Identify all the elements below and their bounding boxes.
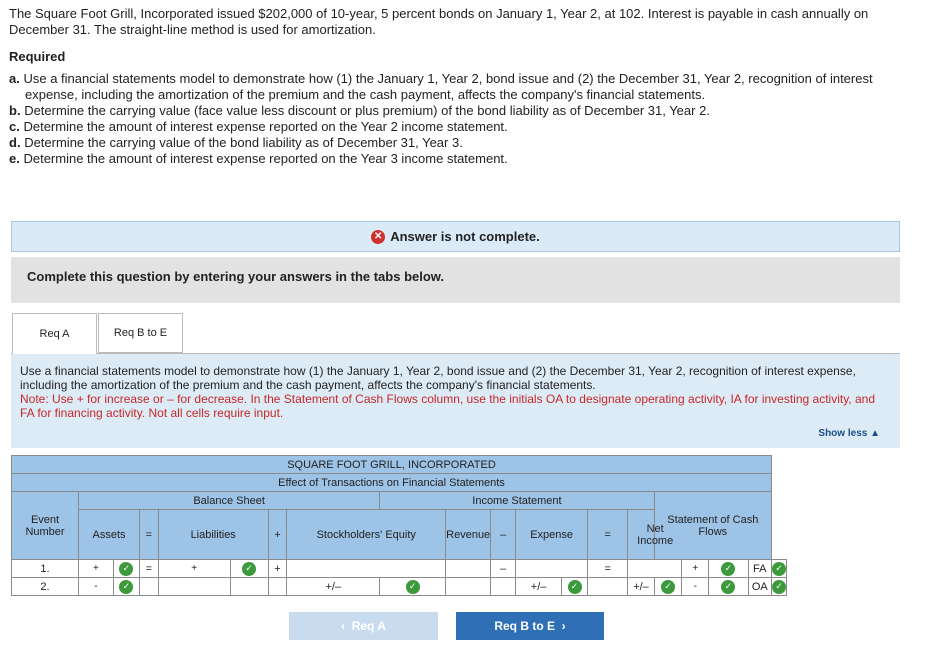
plus-cell: + bbox=[267, 559, 288, 578]
show-less-link[interactable]: Show less ▲ bbox=[818, 428, 880, 439]
check-icon: ✓ bbox=[721, 561, 736, 576]
col-minus: – bbox=[490, 509, 517, 560]
tab-req-b-to-e[interactable]: Req B to E bbox=[98, 313, 183, 353]
check-icon: ✓ bbox=[119, 561, 134, 576]
assets-check: ✓ bbox=[112, 577, 141, 596]
check-icon: ✓ bbox=[567, 579, 582, 594]
requirement-item: e. Determine the amount of interest expe… bbox=[9, 151, 508, 166]
net-income-input[interactable]: +/– bbox=[627, 577, 655, 596]
check-icon: ✓ bbox=[721, 579, 736, 594]
stockholders-equity-input[interactable]: +/– bbox=[286, 577, 381, 596]
requirement-item: c. Determine the amount of interest expe… bbox=[9, 119, 508, 134]
table-company-title: SQUARE FOOT GRILL, INCORPORATED bbox=[11, 455, 772, 474]
error-x-icon: ✕ bbox=[371, 229, 386, 244]
cash-flow-activity-check: ✓ bbox=[771, 559, 787, 578]
event-number: 1. bbox=[10, 559, 80, 578]
col-assets: Assets bbox=[78, 509, 140, 560]
col-stockholders-equity: Stockholders' Equity bbox=[286, 509, 447, 560]
income-statement-header: Income Statement bbox=[379, 491, 655, 510]
cash-flow-sign-check: ✓ bbox=[708, 559, 749, 578]
expense-check: ✓ bbox=[560, 577, 589, 596]
cash-flow-sign[interactable]: + bbox=[681, 559, 710, 578]
check-icon: ✓ bbox=[405, 579, 420, 594]
problem-statement: The Square Foot Grill, Incorporated issu… bbox=[9, 6, 889, 167]
panel-note: Note: Use + for increase or – for decrea… bbox=[20, 392, 875, 420]
col-revenue: Revenue bbox=[445, 509, 492, 560]
requirement-item: b. Determine the carrying value (face va… bbox=[9, 103, 710, 118]
table-row: 1. + ✓ = + ✓ + – = + ✓ FA ✓ bbox=[10, 559, 787, 578]
check-icon: ✓ bbox=[772, 561, 786, 576]
chevron-left-icon: ‹ bbox=[341, 619, 346, 633]
revenue-input[interactable] bbox=[445, 577, 492, 596]
equals-cell-2 bbox=[587, 577, 629, 596]
equals-cell-2: = bbox=[587, 559, 629, 578]
minus-cell bbox=[490, 577, 517, 596]
check-icon: ✓ bbox=[242, 561, 257, 576]
equals-cell bbox=[139, 577, 159, 596]
col-liabilities: Liabilities bbox=[157, 509, 269, 560]
assets-sign[interactable]: - bbox=[78, 577, 114, 596]
liabilities-sign[interactable] bbox=[157, 577, 231, 596]
table-row: 2. - ✓ +/– ✓ +/– ✓ +/– ✓ - ✓ OA ✓ bbox=[10, 577, 787, 596]
check-icon: ✓ bbox=[119, 579, 134, 594]
assets-sign[interactable]: + bbox=[78, 559, 114, 578]
instructions-bar: Complete this question by entering your … bbox=[11, 257, 900, 303]
equals-cell: = bbox=[139, 559, 159, 578]
col-expense: Expense bbox=[515, 509, 589, 560]
expense-input[interactable]: +/– bbox=[515, 577, 562, 596]
col-event-number: Event Number bbox=[10, 491, 80, 560]
problem-intro: The Square Foot Grill, Incorporated issu… bbox=[9, 6, 869, 37]
requirements-list: a. Use a financial statements model to d… bbox=[9, 71, 889, 167]
prev-button[interactable]: ‹ Req A bbox=[289, 612, 438, 640]
check-icon: ✓ bbox=[661, 579, 676, 594]
panel-instruction: Use a financial statements model to demo… bbox=[20, 364, 856, 392]
expense-input[interactable] bbox=[515, 559, 589, 578]
requirement-item: d. Determine the carrying value of the b… bbox=[9, 135, 463, 150]
net-income-check: ✓ bbox=[653, 577, 683, 596]
answer-status-banner: ✕ Answer is not complete. bbox=[11, 221, 900, 252]
table-subtitle: Effect of Transactions on Financial Stat… bbox=[11, 473, 772, 492]
cash-flow-activity[interactable]: OA bbox=[747, 577, 773, 596]
col-equals: = bbox=[139, 509, 159, 560]
assets-check: ✓ bbox=[112, 559, 141, 578]
cash-flow-sign[interactable]: - bbox=[681, 577, 710, 596]
balance-sheet-header: Balance Sheet bbox=[78, 491, 381, 510]
cash-flow-activity-check: ✓ bbox=[771, 577, 787, 596]
next-button[interactable]: Req B to E › bbox=[456, 612, 604, 640]
stockholders-equity-input[interactable] bbox=[286, 559, 447, 578]
answer-status-text: Answer is not complete. bbox=[390, 229, 540, 244]
requirement-item: a. Use a financial statements model to d… bbox=[9, 71, 873, 102]
col-equals-2: = bbox=[587, 509, 629, 560]
financial-statements-model: SQUARE FOOT GRILL, INCORPORATED Effect o… bbox=[10, 455, 787, 596]
net-income-input[interactable] bbox=[627, 559, 683, 578]
col-plus: + bbox=[267, 509, 288, 560]
chevron-right-icon: › bbox=[561, 619, 566, 633]
tab-req-a[interactable]: Req A bbox=[12, 313, 97, 354]
plus-cell bbox=[267, 577, 288, 596]
question-panel: Use a financial statements model to demo… bbox=[11, 353, 900, 448]
cash-flow-sign-check: ✓ bbox=[708, 577, 749, 596]
liabilities-check: ✓ bbox=[229, 559, 269, 578]
required-heading: Required bbox=[9, 49, 66, 64]
liabilities-empty bbox=[229, 577, 269, 596]
event-number: 2. bbox=[10, 577, 80, 596]
se-check: ✓ bbox=[379, 577, 447, 596]
liabilities-sign[interactable]: + bbox=[157, 559, 231, 578]
revenue-input[interactable] bbox=[445, 559, 492, 578]
minus-cell: – bbox=[490, 559, 517, 578]
check-icon: ✓ bbox=[772, 579, 786, 594]
cash-flow-activity[interactable]: FA bbox=[747, 559, 773, 578]
